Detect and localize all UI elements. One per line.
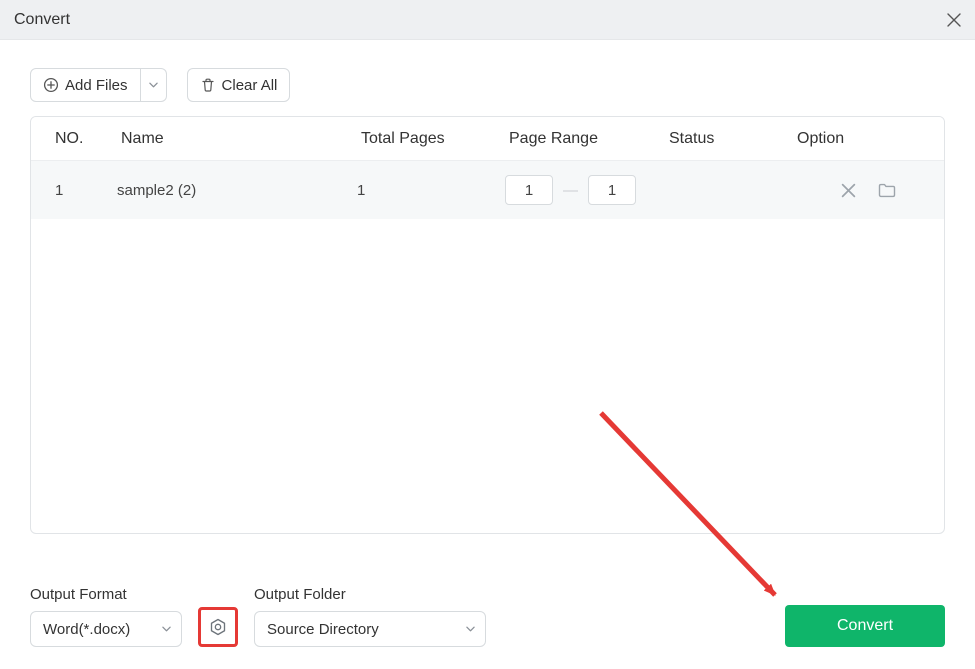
add-files-dropdown[interactable]	[141, 68, 167, 102]
cell-no: 1	[31, 182, 117, 199]
output-folder-dropdown[interactable]: Source Directory	[254, 611, 486, 647]
add-files-group: Add Files	[30, 68, 167, 102]
output-format-value: Word(*.docx)	[43, 621, 130, 638]
add-files-label: Add Files	[65, 77, 128, 94]
page-range-from-input[interactable]	[505, 175, 553, 205]
page-range-to-input[interactable]	[588, 175, 636, 205]
cell-page-range: —	[505, 175, 665, 205]
convert-button[interactable]: Convert	[785, 605, 945, 647]
table-header: NO. Name Total Pages Page Range Status O…	[31, 117, 944, 161]
clear-all-label: Clear All	[222, 77, 278, 94]
output-format-label: Output Format	[30, 586, 182, 603]
close-icon	[841, 183, 856, 198]
row-remove-button[interactable]	[841, 183, 856, 198]
file-table: NO. Name Total Pages Page Range Status O…	[30, 116, 945, 534]
toolbar: Add Files Clear All	[30, 68, 945, 102]
output-folder-value: Source Directory	[267, 621, 379, 638]
cell-name: sample2 (2)	[117, 182, 357, 199]
column-header-page-range: Page Range	[505, 130, 665, 148]
column-header-name: Name	[117, 130, 357, 148]
window-title: Convert	[14, 11, 70, 29]
convert-label: Convert	[837, 617, 893, 635]
row-open-folder-button[interactable]	[878, 183, 896, 198]
column-header-no: NO.	[31, 130, 117, 148]
close-icon	[947, 13, 961, 27]
cell-option	[793, 183, 943, 198]
titlebar: Convert	[0, 0, 975, 40]
trash-icon	[200, 77, 216, 93]
range-dash: —	[563, 182, 578, 199]
gear-icon	[208, 617, 228, 637]
output-folder-label: Output Folder	[254, 586, 486, 603]
column-header-total-pages: Total Pages	[357, 130, 505, 148]
output-folder-field: Output Folder Source Directory	[254, 586, 486, 647]
folder-icon	[878, 183, 896, 198]
caret-down-icon	[466, 626, 475, 632]
caret-down-icon	[162, 626, 171, 632]
footer: Output Format Word(*.docx) Output Folder…	[30, 586, 945, 647]
clear-all-button[interactable]: Clear All	[187, 68, 291, 102]
close-button[interactable]	[947, 13, 961, 27]
plus-circle-icon	[43, 77, 59, 93]
column-header-option: Option	[793, 130, 943, 148]
column-header-status: Status	[665, 130, 793, 148]
cell-total-pages: 1	[357, 182, 505, 199]
add-files-button[interactable]: Add Files	[30, 68, 141, 102]
output-format-dropdown[interactable]: Word(*.docx)	[30, 611, 182, 647]
caret-down-icon	[149, 82, 158, 88]
output-format-field: Output Format Word(*.docx)	[30, 586, 182, 647]
settings-button[interactable]	[198, 607, 238, 647]
table-row: 1 sample2 (2) 1 —	[31, 161, 944, 219]
